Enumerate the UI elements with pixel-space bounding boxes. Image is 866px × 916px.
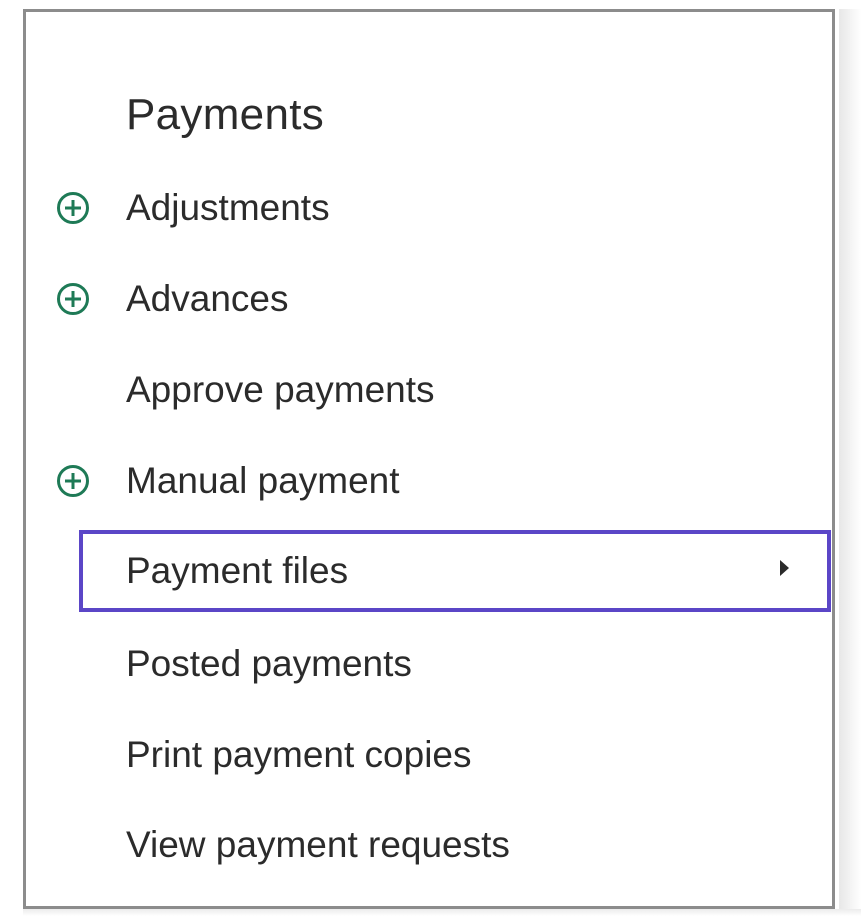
menu-item-view-payment-requests[interactable]: View payment requests (26, 813, 832, 877)
panel-edge-shadow (839, 9, 861, 915)
menu-item-manual-payment[interactable]: Manual payment (26, 449, 832, 513)
menu-item-label: Posted payments (126, 643, 412, 684)
menu-heading: Payments (126, 90, 325, 139)
menu-item-label: Advances (126, 278, 289, 319)
menu-item-label: Payment files (126, 550, 349, 591)
menu-item-label: Adjustments (126, 187, 330, 228)
menu-item-approve-payments[interactable]: Approve payments (26, 358, 832, 422)
menu-item-label: Print payment copies (126, 734, 472, 775)
menu-item-adjustments[interactable]: Adjustments (26, 176, 832, 240)
add-circle-icon[interactable] (56, 191, 90, 225)
menu-item-advances[interactable]: Advances (26, 267, 832, 331)
menu-item-label: Manual payment (126, 460, 400, 501)
menu-item-payment-files[interactable]: Payment files (79, 530, 831, 612)
chevron-right-icon (780, 560, 789, 576)
payments-menu-panel: Payments Adjustments Advances Approve pa… (23, 9, 835, 909)
menu-item-print-payment-copies[interactable]: Print payment copies (26, 723, 832, 787)
add-circle-icon[interactable] (56, 282, 90, 316)
menu-item-label: Approve payments (126, 369, 435, 410)
add-circle-icon[interactable] (56, 464, 90, 498)
menu-item-posted-payments[interactable]: Posted payments (26, 632, 832, 696)
panel-bottom-shadow (23, 909, 861, 916)
menu-item-label: View payment requests (126, 824, 510, 865)
